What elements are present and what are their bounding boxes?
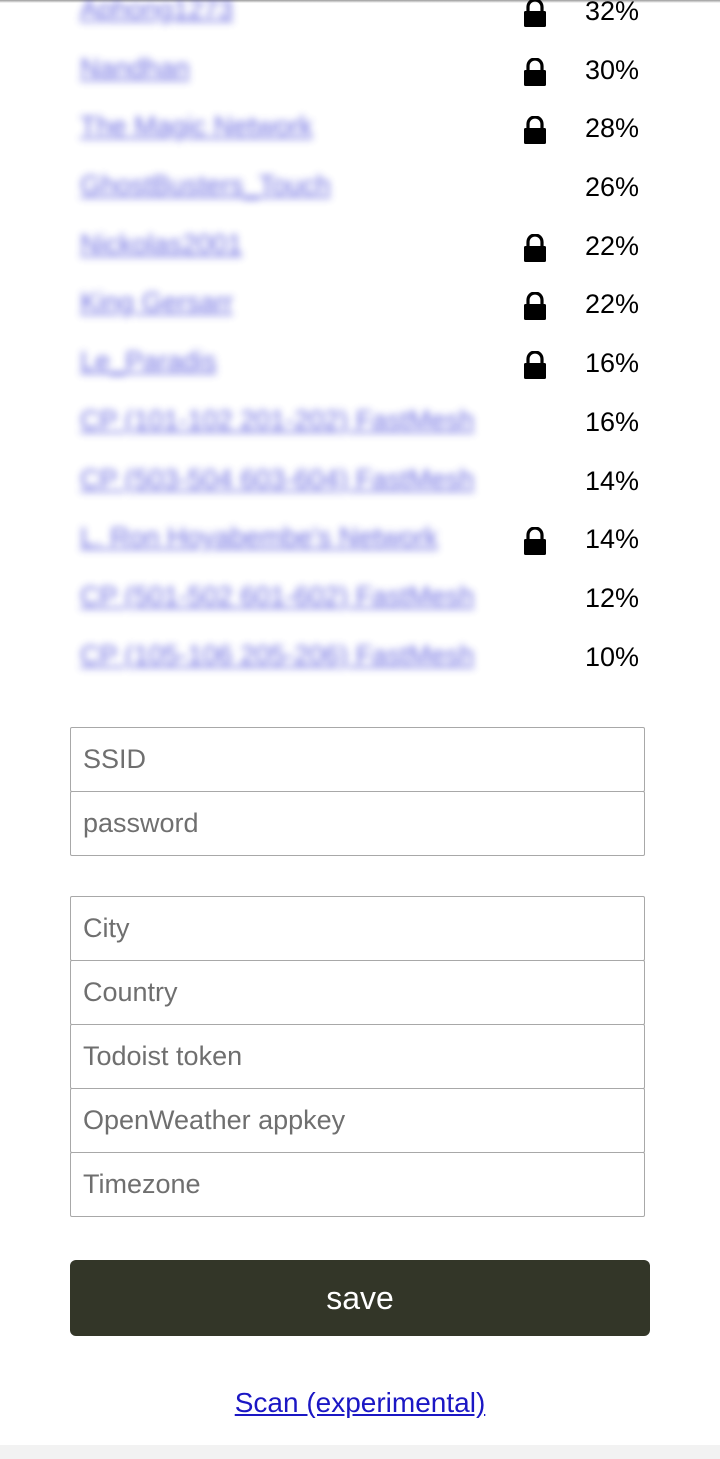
network-signal-strength: 32% — [585, 0, 640, 26]
network-row[interactable]: L. Ron Hoyabembe's Network 14% — [0, 510, 720, 569]
network-row[interactable]: CP (503-504 603-604) FastMesh 14% — [0, 452, 720, 511]
bottom-bar — [0, 1445, 720, 1459]
country-input[interactable] — [70, 960, 645, 1025]
wifi-credentials-form — [70, 727, 645, 856]
lock-icon — [523, 350, 547, 380]
network-row[interactable]: King Gersarr 22% — [0, 275, 720, 334]
network-signal-strength: 10% — [585, 641, 640, 672]
lock-icon — [523, 115, 547, 145]
network-row[interactable]: Aphong1273 32% — [0, 0, 720, 41]
lock-icon — [523, 526, 547, 556]
save-button[interactable]: save — [70, 1260, 650, 1336]
network-row[interactable]: GhostBusters_Touch 26% — [0, 158, 720, 217]
openweather-appkey-input[interactable] — [70, 1088, 645, 1153]
network-row[interactable]: CP (101-102 201-202) FastMesh 16% — [0, 393, 720, 452]
network-name-link[interactable]: CP (105-106 205-206) FastMesh — [80, 640, 474, 671]
timezone-input[interactable] — [70, 1152, 645, 1217]
lock-icon — [523, 57, 547, 86]
network-signal-strength: 12% — [585, 582, 640, 613]
network-name-link[interactable]: Le_Paradis — [80, 346, 217, 377]
lock-icon — [523, 233, 547, 262]
network-signal-strength: 16% — [585, 348, 640, 379]
network-signal-strength: 28% — [585, 113, 640, 144]
todoist-token-input[interactable] — [70, 1024, 645, 1089]
network-row[interactable]: CP (501-502 601-602) FastMesh 12% — [0, 569, 720, 628]
lock-icon — [523, 291, 547, 321]
network-row[interactable]: Le_Paradis 16% — [0, 334, 720, 393]
scan-link-container: Scan (experimental) — [0, 1387, 720, 1419]
network-name-link[interactable]: L. Ron Hoyabembe's Network — [80, 522, 438, 553]
ssid-input[interactable] — [70, 727, 645, 792]
network-name-link[interactable]: CP (501-502 601-602) FastMesh — [80, 581, 474, 612]
network-name-link[interactable]: GhostBusters_Touch — [80, 170, 331, 201]
network-row[interactable]: Nandhan 30% — [0, 41, 720, 100]
settings-form — [70, 896, 645, 1217]
network-name-link[interactable]: CP (101-102 201-202) FastMesh — [80, 405, 474, 436]
network-row[interactable]: The Magic Network 28% — [0, 99, 720, 158]
password-input[interactable] — [70, 791, 645, 856]
network-signal-strength: 22% — [585, 230, 640, 261]
network-row[interactable]: Nickolas2001 22% — [0, 217, 720, 276]
network-name-link[interactable]: King Gersarr — [80, 287, 233, 318]
network-signal-strength: 14% — [585, 465, 640, 496]
network-name-link[interactable]: CP (503-504 603-604) FastMesh — [80, 464, 474, 495]
network-name-link[interactable]: Aphong1273 — [80, 0, 233, 25]
network-row[interactable]: CP (105-106 205-206) FastMesh 10% — [0, 628, 720, 687]
network-signal-strength: 16% — [585, 406, 640, 437]
network-name-link[interactable]: Nandhan — [80, 53, 190, 84]
network-signal-strength: 14% — [585, 524, 640, 555]
network-signal-strength: 30% — [585, 54, 640, 85]
lock-icon — [523, 0, 547, 27]
network-name-link[interactable]: The Magic Network — [80, 111, 313, 142]
city-input[interactable] — [70, 896, 645, 961]
network-signal-strength: 22% — [585, 289, 640, 320]
network-name-link[interactable]: Nickolas2001 — [80, 229, 242, 260]
network-signal-strength: 26% — [585, 172, 640, 203]
network-list: Aphong1273 32% Nandhan 30% The Magic Network… — [0, 0, 720, 686]
scan-link[interactable]: Scan (experimental) — [235, 1387, 486, 1418]
